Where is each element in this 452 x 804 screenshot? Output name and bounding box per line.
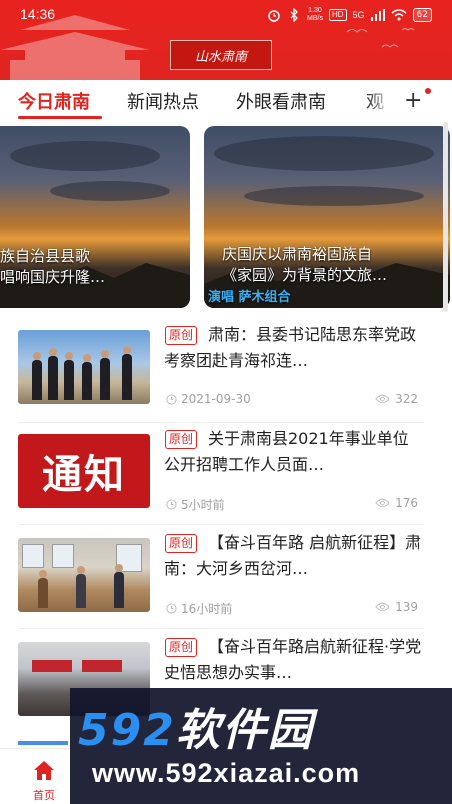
home-icon xyxy=(34,761,54,780)
app-logo: 山水肃南 xyxy=(170,40,272,70)
status-time: 14:36 xyxy=(20,6,56,22)
watermark-overlay: 592软件园 www.592xiazai.com xyxy=(70,688,452,804)
original-badge: 原创 xyxy=(165,638,198,657)
watermark-url: www.592xiazai.com xyxy=(92,758,361,788)
category-tabs: 今日肃南 新闻热点 外眼看肃南 观 + xyxy=(0,80,452,122)
next-thumbnail-edge xyxy=(18,741,68,745)
status-bar: 14:36 1.30 MB/s HD 5G 62 xyxy=(0,0,452,30)
person-figure xyxy=(82,354,92,400)
scrollbar[interactable] xyxy=(443,122,448,312)
tab-hot-news[interactable]: 新闻热点 xyxy=(127,88,199,114)
news-title: 【奋斗百年路 启航新征程】肃南：大河乡西岔河… xyxy=(164,533,422,578)
news-title: 肃南：县委书记陆思东率党政考察团赴青海祁连… xyxy=(164,325,417,370)
eye-icon xyxy=(375,394,390,404)
person-figure xyxy=(76,566,86,608)
news-views: 322 xyxy=(375,392,418,406)
carousel-card-subtitle: 演唱 萨木组合 xyxy=(208,290,291,305)
carousel-card-title: 庆国庆以肃南裕固族自 《家园》为背景的文旅… xyxy=(222,245,388,284)
notification-dot xyxy=(425,88,431,94)
network-type: 5G xyxy=(352,10,365,20)
divider xyxy=(18,422,424,423)
window-shape xyxy=(52,544,74,568)
active-tab-indicator xyxy=(18,116,102,119)
news-item[interactable]: 肃南：县委书记陆思东率党政考察团赴青海祁连… 原创 2021-09-30 322 xyxy=(0,322,452,422)
news-thumbnail xyxy=(18,330,150,404)
add-tab-button[interactable]: + xyxy=(404,88,422,113)
carousel-card[interactable]: 族自治县县歌 唱响国庆升隆… xyxy=(0,126,190,308)
notice-text: 通知 xyxy=(42,451,126,498)
divider xyxy=(18,628,424,629)
divider xyxy=(18,524,424,525)
news-title: 【奋斗百年路启航新征程·学党史悟思想办实事… xyxy=(164,637,422,682)
news-thumbnail xyxy=(18,538,150,612)
news-title: 关于肃南县2021年事业单位公开招聘工作人员面… xyxy=(164,429,409,474)
carousel-card[interactable]: 庆国庆以肃南裕固族自 《家园》为背景的文旅… 演唱 萨木组合 xyxy=(204,126,450,308)
watermark-brand: 592软件园 xyxy=(78,705,314,756)
news-item[interactable]: 通知 关于肃南县2021年事业单位公开招聘工作人员面… 原创 5小时前 176 xyxy=(0,426,452,526)
featured-carousel[interactable]: 族自治县县歌 唱响国庆升隆… 庆国庆以肃南裕固族自 《家园》为背景的文旅… 演唱… xyxy=(0,126,452,310)
news-time: 16小时前 xyxy=(166,600,232,617)
app-header: 14:36 1.30 MB/s HD 5G 62 山水肃南 xyxy=(0,0,452,80)
original-badge: 原创 xyxy=(165,430,198,449)
news-time: 5小时前 xyxy=(166,496,225,513)
person-figure xyxy=(32,352,42,400)
cloud-shape xyxy=(10,141,160,171)
news-views: 139 xyxy=(375,600,418,614)
carousel-card-title: 族自治县县歌 唱响国庆升隆… xyxy=(0,247,106,286)
hd-badge: HD xyxy=(328,9,347,21)
tabs-fade xyxy=(365,80,395,122)
person-figure xyxy=(114,564,124,608)
original-badge: 原创 xyxy=(165,326,198,345)
person-figure xyxy=(100,350,110,400)
person-figure xyxy=(38,570,48,608)
eye-icon xyxy=(375,602,390,612)
news-views: 176 xyxy=(375,496,418,510)
window-shape xyxy=(22,544,44,568)
clock-icon xyxy=(166,499,177,510)
clock-icon xyxy=(166,393,177,405)
signal-icon xyxy=(370,9,385,21)
screen-shape xyxy=(82,660,122,672)
bluetooth-icon xyxy=(290,8,298,22)
tab-today-sunan[interactable]: 今日肃南 xyxy=(18,88,90,114)
news-thumbnail: 通知 xyxy=(18,434,150,508)
status-icons: 1.30 MB/s HD 5G 62 xyxy=(267,6,432,24)
cloud-shape xyxy=(50,181,170,201)
nav-home-label: 首页 xyxy=(33,789,55,802)
person-figure xyxy=(122,346,132,400)
logo-text: 山水肃南 xyxy=(194,49,247,65)
tab-outside-view[interactable]: 外眼看肃南 xyxy=(236,88,326,114)
person-figure xyxy=(64,352,74,400)
screen-shape xyxy=(32,660,72,672)
cloud-shape xyxy=(214,136,434,171)
alarm-icon xyxy=(268,10,280,22)
battery-indicator: 62 xyxy=(412,8,432,22)
cloud-shape xyxy=(244,186,424,206)
wifi-icon xyxy=(391,9,407,21)
original-badge: 原创 xyxy=(165,534,198,553)
clock-icon xyxy=(166,603,177,614)
news-item[interactable]: 【奋斗百年路 启航新征程】肃南：大河乡西岔河… 原创 16小时前 139 xyxy=(0,530,452,630)
eye-icon xyxy=(375,498,390,508)
net-speed: 1.30 MB/s xyxy=(307,7,323,22)
news-time: 2021-09-30 xyxy=(166,392,251,406)
person-figure xyxy=(48,348,58,400)
nav-home[interactable]: 首页 xyxy=(24,759,64,803)
